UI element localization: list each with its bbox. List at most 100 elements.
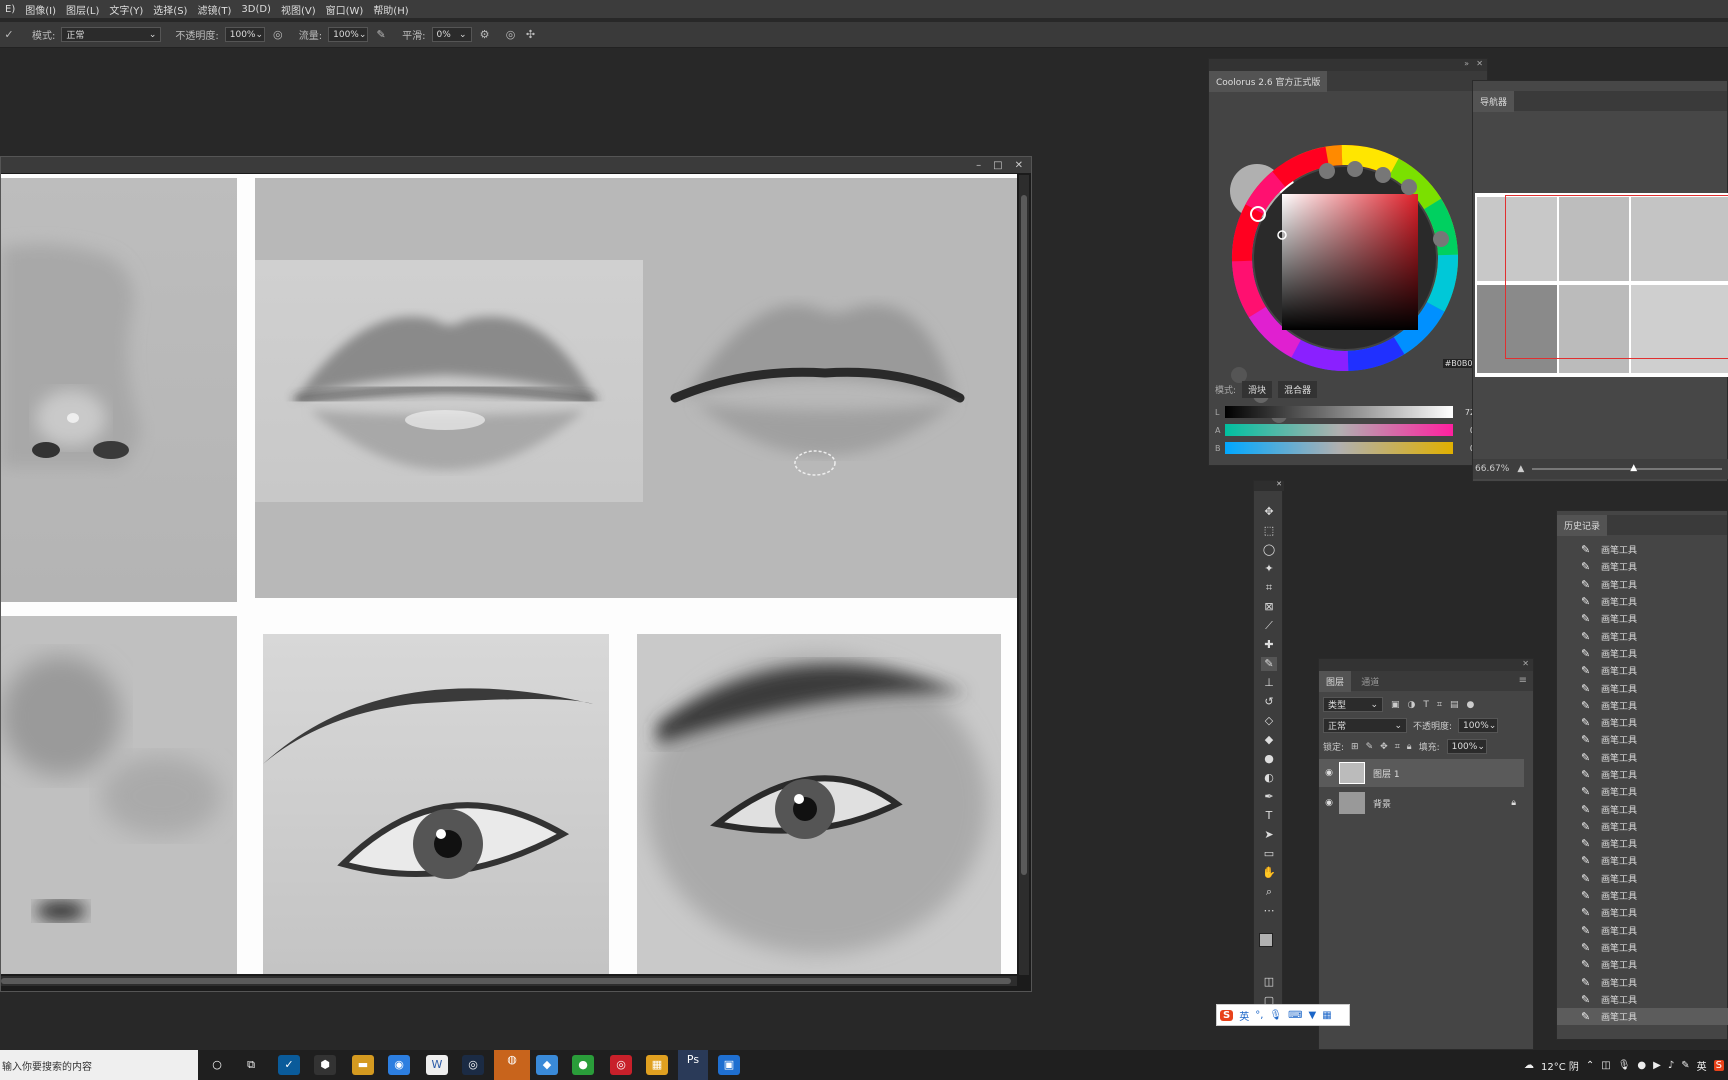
healing-brush-tool-icon[interactable]: ✚ (1261, 638, 1277, 652)
lock-all-icon[interactable]: 🔒︎ (1407, 742, 1412, 752)
sogou-tray-icon[interactable]: S (1713, 1059, 1724, 1071)
collapse-icon[interactable]: » (1464, 59, 1469, 68)
smart-object-filter-icon[interactable]: ▤ (1450, 700, 1459, 710)
skin-icon[interactable]: ▼ (1309, 1010, 1317, 1021)
cortana-icon[interactable]: ○ (206, 1055, 228, 1075)
app-icon[interactable]: ✓ (278, 1055, 300, 1075)
history-item[interactable]: ✎ 画笔工具 (1557, 576, 1728, 593)
history-brush-tool-icon[interactable]: ↺ (1261, 695, 1277, 709)
mixer-mode-button[interactable]: 混合器 (1278, 381, 1318, 398)
menu-item-filter[interactable]: 滤镜(T) (192, 2, 236, 17)
history-item[interactable]: ✎ 画笔工具 (1557, 610, 1728, 627)
lock-artboard-icon[interactable]: ⌗ (1395, 742, 1400, 752)
network-icon[interactable]: ◫ (1601, 1060, 1610, 1071)
history-item[interactable]: ✎ 画笔工具 (1557, 973, 1728, 990)
zoom-tool-icon[interactable]: ⌕ (1261, 885, 1277, 899)
app-icon[interactable]: ◆ (536, 1055, 558, 1075)
lock-transparent-icon[interactable]: ⊞ (1351, 742, 1359, 752)
app-icon[interactable]: ◍ (494, 1050, 530, 1080)
language-indicator[interactable]: 英 (1697, 1058, 1707, 1073)
app-tray-icon[interactable]: ▶ (1653, 1060, 1661, 1071)
history-item[interactable]: ✎ 画笔工具 (1557, 627, 1728, 644)
close-icon[interactable]: ✕ (1476, 59, 1483, 68)
lock-position-icon[interactable]: ✥ (1380, 742, 1388, 752)
canvas[interactable] (1, 174, 1017, 974)
view-rectangle[interactable] (1505, 195, 1728, 359)
layer-opacity-select[interactable]: 100% ⌄ (1458, 718, 1499, 733)
file-explorer-icon[interactable]: ▬ (352, 1055, 374, 1075)
history-item[interactable]: ✎ 画笔工具 (1557, 887, 1728, 904)
toolbox-icon[interactable]: ▦ (1322, 1010, 1331, 1021)
eye-icon[interactable]: ◉ (1319, 768, 1339, 778)
app-icon[interactable]: ▦ (646, 1055, 668, 1075)
pen-icon[interactable]: ✎ (1681, 1060, 1689, 1071)
horizontal-scrollbar[interactable] (1, 976, 1017, 986)
preset-knob[interactable] (1375, 167, 1391, 183)
chrome-icon[interactable]: ◉ (388, 1055, 410, 1075)
horizontal-scroll-thumb[interactable] (1, 978, 1011, 984)
history-item[interactable]: ✎ 画笔工具 (1557, 870, 1728, 887)
menu-item-image[interactable]: 图像(I) (20, 2, 61, 17)
tab-navigator[interactable]: 导航器 (1473, 91, 1515, 112)
adjustment-filter-icon[interactable]: ◑ (1408, 700, 1416, 710)
history-item[interactable]: ✎ 画笔工具 (1557, 818, 1728, 835)
layer-name[interactable]: 图层 1 (1373, 767, 1400, 780)
history-item[interactable]: ✎ 画笔工具 (1557, 731, 1728, 748)
rectangle-tool-icon[interactable]: ▭ (1261, 847, 1277, 861)
eye-icon[interactable]: ◉ (1319, 798, 1339, 808)
maximize-icon[interactable]: □ (993, 160, 1002, 171)
menu-item-help[interactable]: 帮助(H) (368, 2, 413, 17)
magic-wand-tool-icon[interactable]: ✦ (1261, 562, 1277, 576)
history-item[interactable]: ✎ 画笔工具 (1557, 852, 1728, 869)
eraser-tool-icon[interactable]: ◇ (1261, 714, 1277, 728)
minimize-icon[interactable]: – (976, 160, 981, 171)
marquee-tool-icon[interactable]: ⬚ (1261, 524, 1277, 538)
history-item[interactable]: ✎ 画笔工具 (1557, 593, 1728, 610)
a-channel-slider[interactable] (1225, 424, 1453, 436)
history-item[interactable]: ✎ 画笔工具 (1557, 541, 1728, 558)
history-item[interactable]: ✎ 画笔工具 (1557, 766, 1728, 783)
search-box[interactable]: 输入你要搜索的内容 (0, 1050, 198, 1080)
mode-select[interactable]: 正常 ⌄ (61, 27, 162, 42)
preset-knob[interactable] (1401, 179, 1417, 195)
menu-item-layer[interactable]: 图层(L) (61, 2, 104, 17)
keyboard-icon[interactable]: ⌨ (1288, 1010, 1302, 1021)
symmetry-icon[interactable]: ✣ (524, 28, 538, 42)
app-icon[interactable]: W (426, 1055, 448, 1075)
history-item[interactable]: ✎ 画笔工具 (1557, 558, 1728, 575)
opacity-select[interactable]: 100% ⌄ (224, 27, 265, 42)
chevron-up-icon[interactable]: ⌃ (1586, 1060, 1594, 1071)
menu-item-3d[interactable]: 3D(D) (236, 4, 276, 15)
netease-music-icon[interactable]: ◎ (610, 1055, 632, 1075)
lightness-slider[interactable] (1225, 406, 1453, 418)
punctuation-icon[interactable]: °, (1255, 1010, 1263, 1021)
close-icon[interactable]: ✕ (1276, 480, 1282, 488)
lock-pixels-icon[interactable]: ✎ (1366, 742, 1374, 752)
paint-bucket-tool-icon[interactable]: ◆ (1261, 733, 1277, 747)
layer-name[interactable]: 背景 (1373, 797, 1391, 810)
layer-row[interactable]: ◉ 背景 🔒︎ (1319, 789, 1524, 817)
frame-tool-icon[interactable]: ⊠ (1261, 600, 1277, 614)
brush-preset-icon[interactable]: ✓ (2, 28, 16, 42)
quick-mask-icon[interactable]: ◫ (1261, 975, 1277, 989)
foreground-color-swatch[interactable] (1259, 933, 1273, 947)
brush-tool-icon[interactable]: ✎ (1261, 657, 1277, 671)
history-item[interactable]: ✎ 画笔工具 (1557, 749, 1728, 766)
menu-item-type[interactable]: 文字(Y) (104, 2, 148, 17)
smooth-select[interactable]: 0% ⌄ (431, 27, 472, 42)
layer-filter-select[interactable]: 类型 ⌄ (1323, 697, 1383, 712)
zoom-value[interactable]: 66.67% (1475, 464, 1509, 474)
history-item[interactable]: ✎ 画笔工具 (1557, 800, 1728, 817)
move-tool-icon[interactable]: ✥ (1261, 505, 1277, 519)
image-filter-icon[interactable]: ▣ (1391, 700, 1400, 710)
history-item[interactable]: ✎ 画笔工具 (1557, 697, 1728, 714)
crop-tool-icon[interactable]: ⌗ (1261, 581, 1277, 595)
history-item[interactable]: ✎ 画笔工具 (1557, 904, 1728, 921)
eyedropper-tool-icon[interactable]: ⟋ (1261, 619, 1277, 633)
volume-icon[interactable]: ♪ (1668, 1060, 1674, 1071)
sogou-logo-icon[interactable]: S (1220, 1009, 1234, 1021)
zoom-out-icon[interactable]: ▲ (1517, 464, 1524, 474)
pen-tool-icon[interactable]: ✒ (1261, 790, 1277, 804)
vertical-scrollbar[interactable] (1019, 175, 1029, 975)
history-item[interactable]: ✎ 画笔工具 (1557, 956, 1728, 973)
